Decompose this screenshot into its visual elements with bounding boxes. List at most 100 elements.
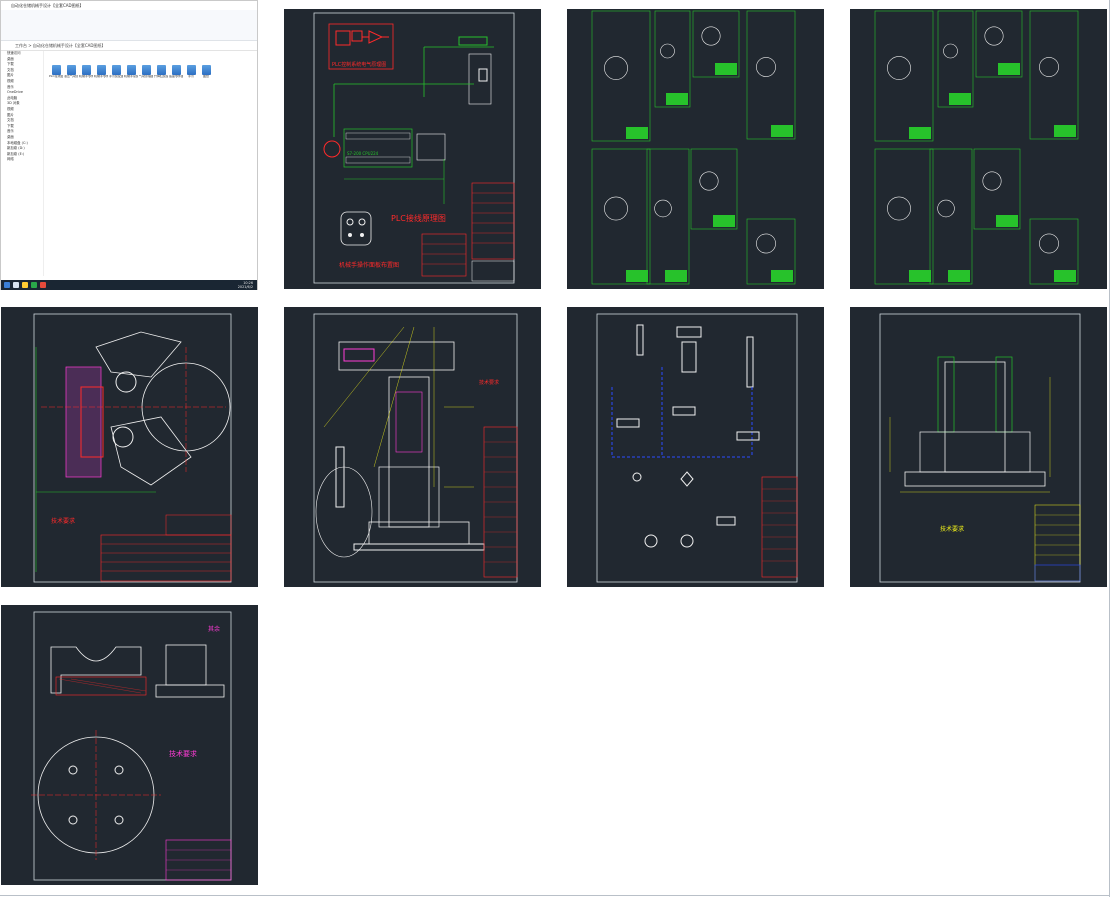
address-path: 工作台 > 自动化仓储机械手设计【全套CAD图纸】 [15,43,106,48]
part-view [604,196,628,221]
part-view [654,199,672,218]
plc-label-4: S7-200 CPU224 [347,151,379,156]
part-sheet [591,10,651,142]
nav-item[interactable]: 网络 [1,157,43,163]
part-view [660,43,675,59]
title-block [909,127,931,139]
title-block [666,93,688,105]
file-explorer-window: 自动化仓储机械手设计【全套CAD图纸】 工作台 > 自动化仓储机械手设计【全套C… [0,0,258,290]
gripper-tech-req: 技术要求 [51,518,76,525]
plc-label-2: PLC接线原理图 [391,214,446,223]
cad-file-icon [96,65,106,75]
drawing-pneumatic-schematic[interactable] [567,307,824,587]
part-sheet [591,148,651,285]
file-item[interactable]: PLC接线图 [49,65,63,91]
pneumatic-canvas [596,313,798,583]
part-view [756,57,776,77]
explorer-ribbon[interactable] [1,10,257,41]
navigation-pane: 快速访问 桌面 下载 文档 图片 视频 音乐 OneDrive 此电脑 3D 对象 视频 图片 文档 下载… [1,51,44,276]
drawing-parts-sheet-1[interactable] [567,9,824,289]
base-tech-req: 技术要求 [169,750,197,758]
taskbar-clock: 10:26 2021/6/2 [238,281,253,289]
file-list: PLC接线图液压气动原理图机械手零件图机械手零件图2手爪装配图机械手总装图气动原… [45,57,255,117]
file-label: 图纸 [202,75,209,78]
part-view [699,171,719,191]
part-view [887,56,911,80]
file-label: 机械手零件图 [79,75,93,78]
drawing-robot-assembly[interactable]: 技术要求 [284,307,541,587]
cad-file-icon [141,65,151,75]
part-view [1039,233,1059,254]
file-label: 机械手总装图 [124,75,138,78]
part-view [887,196,911,221]
base-part-canvas [31,611,232,881]
lift-tech-req: 技术要求 [940,526,965,533]
file-item[interactable]: 升降缸装配图 [154,65,168,91]
file-item[interactable]: 手爪 [184,65,198,91]
part-view [943,43,958,59]
parts-sheet-2-canvas [874,10,1079,285]
file-label: 手爪装配图 [109,75,123,78]
part-view [1039,57,1059,77]
file-label: 液压气动原理图 [64,75,78,78]
file-item[interactable]: 液压气动原理图 [64,65,78,91]
title-block [909,270,931,282]
file-label: 手爪 [187,75,194,78]
search-icon[interactable] [13,282,19,288]
drawing-base-part[interactable]: 技术要求 其余 [1,605,258,885]
file-label: 机械手零件图2 [94,75,108,78]
title-block [1054,125,1076,137]
gripper-assembly-canvas [33,313,232,583]
title-block [948,270,970,282]
file-item[interactable]: 手爪装配图 [109,65,123,91]
cad-file-icon [81,65,91,75]
title-block [713,215,735,227]
file-item[interactable]: 机械手零件图 [79,65,93,91]
cad-file-icon [186,65,196,75]
robot-assembly-canvas [313,313,518,583]
file-item[interactable]: 机械手零件图2 [94,65,108,91]
file-item[interactable]: 气动原理图 [139,65,153,91]
title-block [771,270,793,282]
file-item[interactable]: 图纸 [199,65,213,91]
lift-cylinder-canvas [879,313,1081,583]
part-sheet [654,10,691,108]
file-item[interactable]: 底座零件图 [169,65,183,91]
cad-file-icon [111,65,121,75]
robot-tech-req: 技术要求 [479,380,500,386]
part-sheet [646,148,690,285]
part-view [701,26,721,46]
part-sheet [937,10,974,108]
base-other-label: 其余 [208,626,221,633]
collage-bottom-border [0,895,1110,896]
file-label: PLC接线图 [49,75,63,78]
drawing-parts-sheet-2[interactable] [850,9,1107,289]
plc-wiring-canvas [313,12,515,284]
taskbar: 10:26 2021/6/2 [1,280,257,290]
cad-file-icon [51,65,61,75]
title-block [626,127,648,139]
cad-file-icon [156,65,166,75]
address-bar[interactable]: 工作台 > 自动化仓储机械手设计【全套CAD图纸】 [1,41,257,51]
folder-icon[interactable] [22,282,28,288]
title-block [996,215,1018,227]
plc-label-3: 机械手操作面板布置图 [339,262,400,269]
title-block [998,63,1020,75]
drawing-plc-wiring[interactable]: PLC控制系统电气原理图 PLC接线原理图 机械手操作面板布置图 S7-200 … [284,9,541,289]
title-block [771,125,793,137]
cad-file-icon [126,65,136,75]
cad-file-icon [201,65,211,75]
file-label: 底座零件图 [169,75,183,78]
browser-icon[interactable] [31,282,37,288]
title-block [949,93,971,105]
title-block [715,63,737,75]
drawing-lift-cylinder-assembly[interactable]: 技术要求 [850,307,1107,587]
title-block [1054,270,1076,282]
app-icon[interactable] [40,282,46,288]
drawing-gripper-assembly[interactable]: 技术要求 [1,307,258,587]
file-item[interactable]: 机械手总装图 [124,65,138,91]
title-block [665,270,687,282]
plc-label-1: PLC控制系统电气原理图 [332,62,387,68]
part-view [937,199,955,218]
start-icon[interactable] [4,282,10,288]
